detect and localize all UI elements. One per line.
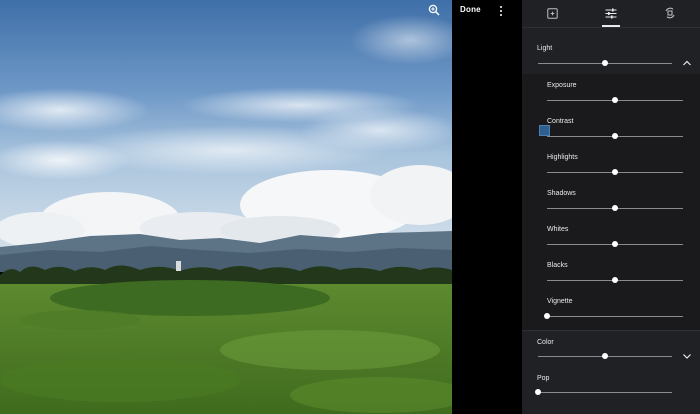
toolbar-strip: [452, 0, 522, 414]
vignette-slider-track[interactable]: [547, 316, 683, 317]
shadows-slider-thumb[interactable]: [612, 205, 618, 211]
tab-crop-rotate[interactable]: [660, 4, 680, 22]
whites-label: Whites: [547, 226, 569, 233]
exposure-label: Exposure: [547, 82, 577, 89]
photo-preview[interactable]: [0, 0, 452, 414]
done-button[interactable]: Done: [460, 5, 481, 14]
crop-rotate-icon: [665, 7, 675, 19]
whites-slider-thumb[interactable]: [612, 241, 618, 247]
tab-adjust[interactable]: [601, 4, 621, 27]
edit-panel: Light Exposure Contrast Highlights Shadows W…: [522, 0, 700, 414]
blacks-slider-thumb[interactable]: [612, 277, 618, 283]
pop-slider-track[interactable]: [538, 392, 672, 393]
contrast-slider-thumb[interactable]: [612, 133, 618, 139]
landscape-photo: [0, 0, 452, 414]
light-group-header[interactable]: Light: [522, 28, 700, 74]
shadows-label: Shadows: [547, 190, 576, 197]
more-vert-icon: [500, 6, 502, 8]
pop-slider-thumb[interactable]: [535, 389, 541, 395]
highlights-slider-thumb[interactable]: [612, 169, 618, 175]
exposure-slider-thumb[interactable]: [612, 97, 618, 103]
edit-tabs: [522, 0, 700, 28]
light-label: Light: [537, 45, 553, 52]
tune-icon: [605, 8, 617, 18]
mouse-cursor: [539, 125, 550, 136]
color-slider-thumb[interactable]: [602, 353, 608, 359]
chevron-down-icon[interactable]: [681, 350, 693, 362]
zoom-in-icon: [428, 4, 440, 16]
color-label: Color: [537, 339, 554, 346]
light-slider-thumb[interactable]: [602, 60, 608, 66]
highlights-label: Highlights: [547, 154, 578, 161]
vignette-label: Vignette: [547, 298, 573, 305]
pop-group: Pop: [522, 367, 700, 414]
zoom-button[interactable]: [428, 4, 446, 22]
chevron-up-icon[interactable]: [681, 57, 693, 69]
blacks-label: Blacks: [547, 262, 568, 269]
photo-filter-icon: [546, 7, 558, 19]
tab-filters[interactable]: [542, 4, 562, 22]
pop-label: Pop: [537, 375, 550, 382]
vignette-slider-thumb[interactable]: [544, 313, 550, 319]
contrast-label: Contrast: [547, 118, 574, 125]
light-sliders-group: Exposure Contrast Highlights Shadows Whites B…: [522, 74, 700, 330]
more-options-button[interactable]: [494, 3, 508, 19]
